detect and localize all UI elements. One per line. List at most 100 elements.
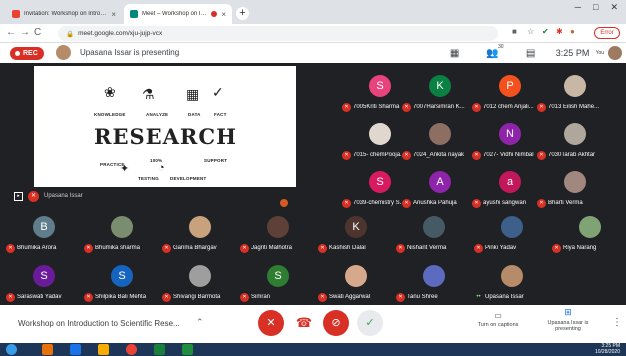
profile-icon[interactable]: ● [570, 27, 575, 36]
chrome-icon[interactable] [126, 344, 137, 355]
reload-icon[interactable]: C [34, 27, 41, 38]
app-icon[interactable] [154, 344, 165, 355]
minimize-icon[interactable]: ─ [575, 2, 581, 13]
new-tab-button[interactable]: + [236, 7, 249, 20]
participant-tile[interactable]: ✕ Garima Bhargav [160, 216, 240, 258]
mic-off-icon: ✕ [472, 103, 481, 112]
meet-stage: REC Upasana Issar is presenting ▦ 👥 30 ▤ … [0, 43, 626, 305]
close-tab-icon[interactable]: × [111, 10, 116, 19]
forward-icon[interactable]: → [20, 27, 30, 38]
camera-off-icon: ⊘ [331, 317, 341, 329]
participant-tile[interactable]: A ✕ Anushka Pahuja [400, 171, 480, 213]
mic-off-icon: ✕ [318, 244, 327, 253]
back-icon[interactable]: ← [6, 27, 16, 38]
mic-off-icon: ✕ [472, 151, 481, 160]
mic-off-icon: ✕ [240, 244, 249, 253]
participant-tile[interactable]: ✕ Shivangi Barmota [160, 265, 240, 307]
url-text: meet.google.com/xju-jujp-vcx [78, 30, 163, 37]
camera-toggle-button[interactable]: ⊘ [323, 310, 349, 336]
participant-avatar: A [429, 171, 451, 193]
internet-explorer-icon[interactable] [70, 344, 81, 355]
participant-tile[interactable]: S ✕ Saraswati Yadav [4, 265, 84, 307]
microphone-toggle-button[interactable]: ✕ [258, 310, 284, 336]
mic-off-icon: ✕ [266, 317, 276, 329]
presenting-text: Upasana Issar is presenting [80, 48, 180, 57]
present-button[interactable]: ⊞ Upasana Issar is presenting [540, 307, 596, 332]
participant-avatar [564, 75, 586, 97]
file-explorer-icon[interactable] [98, 344, 109, 355]
phone-hangup-icon: ☎ [295, 315, 313, 330]
brain-icon: ❀ [104, 84, 116, 100]
participant-name: Shilpika Bali Mehta [95, 294, 147, 300]
mic-off-icon: ✕ [84, 244, 93, 253]
participant-tile[interactable]: ✕ Pinki Yadav [472, 216, 552, 258]
check-extension-icon[interactable]: ✔ [542, 27, 549, 36]
captions-icon: ▭ [494, 311, 502, 320]
tab-calendar-invitation[interactable]: Invitation: Workshop on Introd... × [6, 4, 122, 24]
pin-icon[interactable]: ▸ [14, 192, 23, 201]
mic-off-icon: ✕ [162, 244, 171, 253]
captions-label: Turn on captions [477, 322, 519, 328]
participant-avatar: S [267, 265, 289, 287]
participant-tile[interactable]: ✕ 7030Tarab Akhtar [535, 123, 615, 165]
close-window-icon[interactable]: ✕ [610, 2, 618, 13]
excel-icon[interactable] [182, 344, 193, 355]
gmail-icon [12, 10, 20, 18]
meet-icon [130, 10, 138, 18]
star-icon[interactable]: ☆ [527, 27, 534, 36]
tab-meet[interactable]: Meet – Workshop on Introd... × [124, 4, 232, 24]
participant-name: Saraswati Yadav [17, 294, 62, 300]
participant-tile[interactable]: ✕ Bhumika sharma [82, 216, 162, 258]
mic-off-icon: ✕ [402, 151, 411, 160]
participant-tile[interactable]: S ✕ Simran [238, 265, 318, 307]
close-tab-icon[interactable]: × [221, 10, 226, 19]
participant-tile[interactable]: ✕ Tanu Shree [394, 265, 474, 307]
participant-tile[interactable]: ✕ Bharti Verma [535, 171, 615, 213]
layout-grid-icon[interactable]: ▦ [436, 48, 474, 59]
camera-icon[interactable]: ■ [512, 27, 517, 36]
participant-avatar [423, 265, 445, 287]
participant-name: Kashish Dalal [329, 245, 366, 251]
system-tray-clock[interactable]: 3:25 PM 10/28/2020 [594, 343, 620, 355]
mic-off-icon: ✕ [6, 244, 15, 253]
error-button[interactable]: Error [594, 27, 620, 39]
participant-tile[interactable]: ✕ 7024_Ankita nayak [400, 123, 480, 165]
chat-icon[interactable]: ▤ [512, 48, 550, 59]
participant-tile[interactable]: ✕ Swati Aggarwal [316, 265, 396, 307]
captions-button[interactable]: ▭ Turn on captions [468, 311, 528, 328]
speaking-indicator-icon: •• [476, 294, 481, 300]
participant-avatar [579, 216, 601, 238]
mic-off-icon: ✕ [342, 199, 351, 208]
extension-icon[interactable]: ✱ [556, 27, 563, 36]
participant-tile[interactable]: K ✕ 7007Harsimran K... [400, 75, 480, 117]
more-options-icon[interactable]: ⋮ [612, 317, 622, 328]
recording-badge: REC [10, 47, 44, 60]
participant-tile[interactable]: ✕ 7013 Eilish Mahe... [535, 75, 615, 117]
participant-tile[interactable]: ✕ Nishant Verma [394, 216, 474, 258]
tray-date: 10/28/2020 [594, 348, 620, 355]
extension-check-button[interactable]: ✓ [357, 310, 383, 336]
participant-name: Pinki Yadav [485, 245, 517, 251]
participant-tile[interactable]: B ✕ Bhumika Arora [4, 216, 84, 258]
participant-tile[interactable]: •• Upasana Issar [472, 265, 552, 307]
participant-avatar [111, 216, 133, 238]
gauge-icon: ◔ [158, 162, 165, 174]
participant-tile[interactable]: K ✕ Kashish Dalal [316, 216, 396, 258]
participant-tile[interactable]: S ✕ Shilpika Bali Mehta [82, 265, 162, 307]
meeting-title[interactable]: Workshop on Introduction to Scientific R… [18, 319, 180, 328]
url-field[interactable]: 🔒 meet.google.com/xju-jujp-vcx [58, 26, 498, 41]
participant-avatar [429, 123, 451, 145]
start-icon[interactable] [6, 344, 17, 355]
self-avatar[interactable] [608, 46, 622, 60]
participant-avatar: N [499, 123, 521, 145]
participant-name: Swati Aggarwal [329, 294, 371, 300]
people-icon[interactable]: 👥 30 [474, 44, 512, 59]
leave-call-button[interactable]: ☎ [291, 310, 317, 336]
meeting-clock: 3:25 PM [555, 48, 590, 58]
chevron-up-icon[interactable]: ⌃ [196, 317, 204, 328]
participant-tile[interactable]: ✕ Riya Narang [550, 216, 626, 258]
maximize-icon[interactable]: □ [593, 2, 598, 13]
media-player-icon[interactable] [42, 344, 53, 355]
participant-avatar [501, 265, 523, 287]
participant-tile[interactable]: ✕ Jagriti Malhotra [238, 216, 318, 258]
